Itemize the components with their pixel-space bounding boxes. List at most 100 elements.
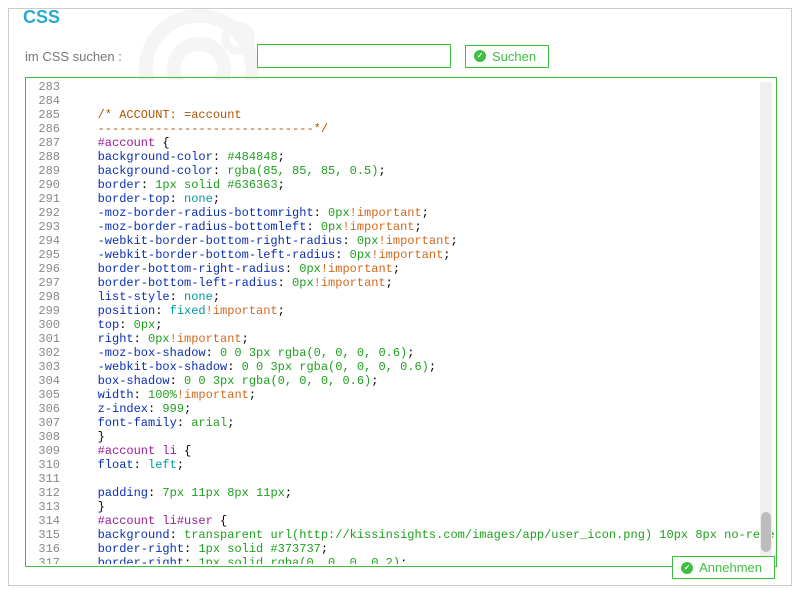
line-number: 286 [28, 122, 70, 136]
scrollbar-track[interactable] [760, 82, 772, 562]
code-line[interactable]: 311 [28, 472, 774, 486]
code-line[interactable]: 316 border-right: 1px solid #373737; [28, 542, 774, 556]
line-content[interactable]: -webkit-border-bottom-right-radius: 0px!… [70, 234, 774, 248]
code-line[interactable]: 291 border-top: none; [28, 192, 774, 206]
code-line[interactable]: 294 -webkit-border-bottom-right-radius: … [28, 234, 774, 248]
line-number: 313 [28, 500, 70, 514]
code-line[interactable]: 309 #account li { [28, 444, 774, 458]
line-number: 310 [28, 458, 70, 472]
line-content[interactable]: border-right: 1px solid rgba(0, 0, 0, 0.… [70, 556, 774, 564]
scrollbar-thumb[interactable] [761, 512, 771, 552]
line-number: 317 [28, 556, 70, 564]
line-content[interactable]: border-bottom-left-radius: 0px!important… [70, 276, 774, 290]
code-line[interactable]: 315 background: transparent url(http://k… [28, 528, 774, 542]
accept-button-label: Annehmen [699, 561, 762, 574]
code-line[interactable]: 284 [28, 94, 774, 108]
line-number: 306 [28, 402, 70, 416]
line-content[interactable]: list-style: none; [70, 290, 774, 304]
line-content[interactable]: position: fixed!important; [70, 304, 774, 318]
code-line[interactable]: 285 /* ACCOUNT: =account [28, 108, 774, 122]
line-number: 295 [28, 248, 70, 262]
code-line[interactable]: 314 #account li#user { [28, 514, 774, 528]
line-number: 292 [28, 206, 70, 220]
line-content[interactable]: z-index: 999; [70, 402, 774, 416]
line-number: 285 [28, 108, 70, 122]
footer: Annehmen [672, 556, 775, 579]
code-line[interactable]: 299 position: fixed!important; [28, 304, 774, 318]
line-content[interactable]: width: 100%!important; [70, 388, 774, 402]
code-line[interactable]: 287 #account { [28, 136, 774, 150]
code-line[interactable]: 317 border-right: 1px solid rgba(0, 0, 0… [28, 556, 774, 564]
line-number: 284 [28, 94, 70, 108]
check-icon [681, 562, 693, 574]
code-line[interactable]: 290 border: 1px solid #636363; [28, 178, 774, 192]
line-content[interactable] [70, 80, 774, 94]
line-content[interactable]: background-color: rgba(85, 85, 85, 0.5); [70, 164, 774, 178]
code-line[interactable]: 306 z-index: 999; [28, 402, 774, 416]
line-number: 300 [28, 318, 70, 332]
search-button[interactable]: Suchen [465, 45, 549, 68]
code-line[interactable]: 304 box-shadow: 0 0 3px rgba(0, 0, 0, 0.… [28, 374, 774, 388]
line-content[interactable]: padding: 7px 11px 8px 11px; [70, 486, 774, 500]
code-line[interactable]: 293 -moz-border-radius-bottomleft: 0px!i… [28, 220, 774, 234]
line-number: 291 [28, 192, 70, 206]
css-panel: CSS im CSS suchen : Suchen 283284285 /* … [8, 8, 792, 586]
line-number: 308 [28, 430, 70, 444]
code-line[interactable]: 307 font-family: arial; [28, 416, 774, 430]
code-line[interactable]: 300 top: 0px; [28, 318, 774, 332]
line-content[interactable]: background: transparent url(http://kissi… [70, 528, 774, 542]
line-content[interactable]: -moz-box-shadow: 0 0 3px rgba(0, 0, 0, 0… [70, 346, 774, 360]
line-content[interactable]: -webkit-border-bottom-left-radius: 0px!i… [70, 248, 774, 262]
line-number: 297 [28, 276, 70, 290]
line-content[interactable]: font-family: arial; [70, 416, 774, 430]
line-content[interactable]: border-top: none; [70, 192, 774, 206]
code-line[interactable]: 301 right: 0px!important; [28, 332, 774, 346]
line-content[interactable]: #account { [70, 136, 774, 150]
search-button-label: Suchen [492, 50, 536, 63]
search-row: im CSS suchen : Suchen [9, 9, 791, 69]
code-line[interactable]: 288 background-color: #484848; [28, 150, 774, 164]
code-line[interactable]: 292 -moz-border-radius-bottomright: 0px!… [28, 206, 774, 220]
code-line[interactable]: 286 ------------------------------*/ [28, 122, 774, 136]
code-line[interactable]: 302 -moz-box-shadow: 0 0 3px rgba(0, 0, … [28, 346, 774, 360]
search-input[interactable] [257, 44, 451, 68]
line-content[interactable]: float: left; [70, 458, 774, 472]
line-content[interactable]: right: 0px!important; [70, 332, 774, 346]
code-line[interactable]: 296 border-bottom-right-radius: 0px!impo… [28, 262, 774, 276]
line-content[interactable]: #account li#user { [70, 514, 774, 528]
line-content[interactable]: border: 1px solid #636363; [70, 178, 774, 192]
line-content[interactable]: -webkit-box-shadow: 0 0 3px rgba(0, 0, 0… [70, 360, 774, 374]
line-content[interactable]: top: 0px; [70, 318, 774, 332]
code-line[interactable]: 310 float: left; [28, 458, 774, 472]
code-editor[interactable]: 283284285 /* ACCOUNT: =account286 ------… [28, 80, 774, 564]
line-content[interactable]: ------------------------------*/ [70, 122, 774, 136]
line-content[interactable] [70, 472, 774, 486]
code-line[interactable]: 295 -webkit-border-bottom-left-radius: 0… [28, 248, 774, 262]
line-content[interactable]: } [70, 430, 774, 444]
line-content[interactable]: /* ACCOUNT: =account [70, 108, 774, 122]
accept-button[interactable]: Annehmen [672, 556, 775, 579]
code-line[interactable]: 312 padding: 7px 11px 8px 11px; [28, 486, 774, 500]
line-number: 311 [28, 472, 70, 486]
code-line[interactable]: 313 } [28, 500, 774, 514]
line-content[interactable]: box-shadow: 0 0 3px rgba(0, 0, 0, 0.6); [70, 374, 774, 388]
line-content[interactable]: -moz-border-radius-bottomright: 0px!impo… [70, 206, 774, 220]
code-line[interactable]: 303 -webkit-box-shadow: 0 0 3px rgba(0, … [28, 360, 774, 374]
line-number: 298 [28, 290, 70, 304]
code-line[interactable]: 283 [28, 80, 774, 94]
code-line[interactable]: 297 border-bottom-left-radius: 0px!impor… [28, 276, 774, 290]
line-number: 299 [28, 304, 70, 318]
line-content[interactable] [70, 94, 774, 108]
code-area[interactable]: 283284285 /* ACCOUNT: =account286 ------… [28, 80, 774, 564]
code-line[interactable]: 305 width: 100%!important; [28, 388, 774, 402]
line-content[interactable]: } [70, 500, 774, 514]
search-label: im CSS suchen : [25, 49, 257, 64]
line-content[interactable]: -moz-border-radius-bottomleft: 0px!impor… [70, 220, 774, 234]
line-content[interactable]: border-right: 1px solid #373737; [70, 542, 774, 556]
line-content[interactable]: #account li { [70, 444, 774, 458]
code-line[interactable]: 289 background-color: rgba(85, 85, 85, 0… [28, 164, 774, 178]
line-content[interactable]: border-bottom-right-radius: 0px!importan… [70, 262, 774, 276]
code-line[interactable]: 308 } [28, 430, 774, 444]
code-line[interactable]: 298 list-style: none; [28, 290, 774, 304]
line-content[interactable]: background-color: #484848; [70, 150, 774, 164]
